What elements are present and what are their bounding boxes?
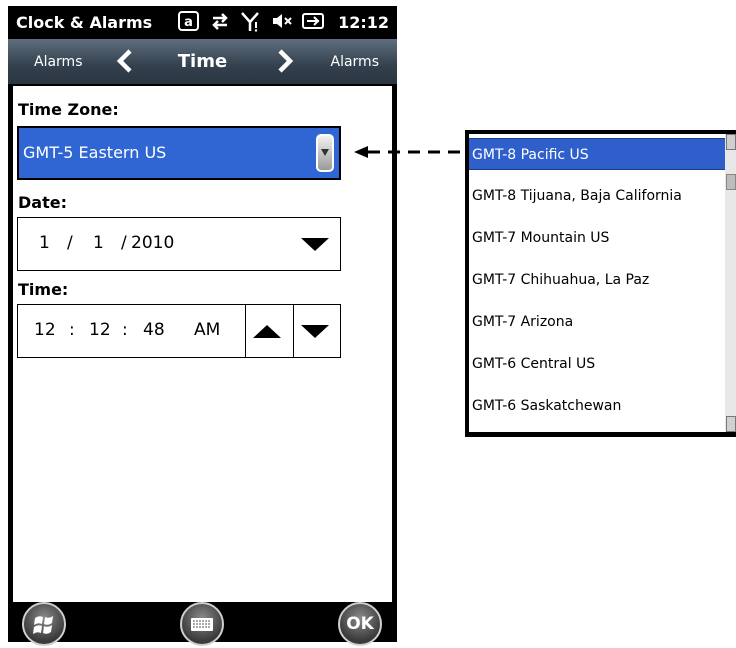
list-item[interactable]: GMT-7 Arizona [469,306,725,338]
list-item[interactable]: GMT-7 Mountain US [469,222,725,254]
increment-up-icon[interactable] [253,325,281,338]
signal-icon [241,12,259,32]
list-item[interactable]: GMT-8 Pacific US [469,138,725,170]
date-separator: / [121,233,127,253]
chevron-right-icon[interactable] [274,49,296,73]
svg-text:a: a [184,15,193,30]
dropdown-arrow-icon[interactable] [316,134,334,172]
time-zone-select[interactable]: GMT-5 Eastern US [17,126,341,180]
status-icons: a [178,10,324,32]
settings-content: Time Zone: GMT-5 Eastern US Date: 1 / 1 … [13,86,392,602]
list-item[interactable]: GMT-8 Tijuana, Baja California [469,180,725,212]
date-dropdown-icon[interactable] [301,238,329,251]
divider [293,305,294,357]
time-minute[interactable]: 12 [89,320,111,340]
date-month[interactable]: 1 [39,233,50,253]
scroll-up-icon[interactable] [726,134,736,150]
time-second[interactable]: 48 [143,320,165,340]
ok-button-label: OK [346,614,374,634]
time-hour[interactable]: 12 [34,320,56,340]
navigation-bar: Alarms Time Alarms [8,39,397,84]
app-title: Clock & Alarms [16,13,153,32]
date-separator: / [67,233,73,253]
time-picker[interactable]: 12 : 12 : 48 AM [17,304,341,358]
scrollbar[interactable] [725,134,736,432]
battery-icon [302,13,324,29]
time-zone-value: GMT-5 Eastern US [23,143,167,162]
date-day[interactable]: 1 [93,233,104,253]
scroll-down-icon[interactable] [726,416,736,432]
time-zone-label: Time Zone: [18,100,119,119]
at-sign-icon: a [178,11,199,31]
status-bar: Clock & Alarms a 12:12 [8,6,397,39]
date-picker[interactable]: 1 / 1 / 2010 [17,217,341,271]
time-separator: : [69,320,75,340]
decrement-down-icon[interactable] [301,325,329,338]
date-year[interactable]: 2010 [131,233,174,253]
ok-button[interactable]: OK [338,602,382,646]
device-screen: Clock & Alarms a 12:12 Alarms Time Alarm… [8,6,397,646]
next-page-label[interactable]: Alarms [331,54,380,70]
callout-arrow [354,146,464,158]
windows-logo-icon [33,616,53,634]
dropdown-list-body: GMT-8 Pacific US GMT-8 Tijuana, Baja Cal… [469,134,725,432]
status-clock: 12:12 [338,13,389,32]
divider [245,305,246,357]
time-label: Time: [18,280,69,299]
list-item[interactable]: GMT-6 Central US [469,348,725,380]
volume-muted-icon [273,14,292,28]
time-zone-dropdown-list: GMT-8 Pacific US GMT-8 Tijuana, Baja Cal… [465,130,736,437]
keyboard-button[interactable] [180,602,224,646]
time-separator: : [122,320,128,340]
list-item[interactable]: GMT-7 Chihuahua, La Paz [469,264,725,296]
data-transfer-icon [212,13,228,30]
keyboard-icon [191,618,213,631]
start-button[interactable] [22,602,66,646]
list-item[interactable]: GMT-6 Saskatchewan [469,390,725,422]
bottom-bar: OK [8,602,397,646]
time-ampm[interactable]: AM [194,320,220,340]
scrollbar-thumb[interactable] [726,174,736,190]
date-label: Date: [18,193,67,212]
